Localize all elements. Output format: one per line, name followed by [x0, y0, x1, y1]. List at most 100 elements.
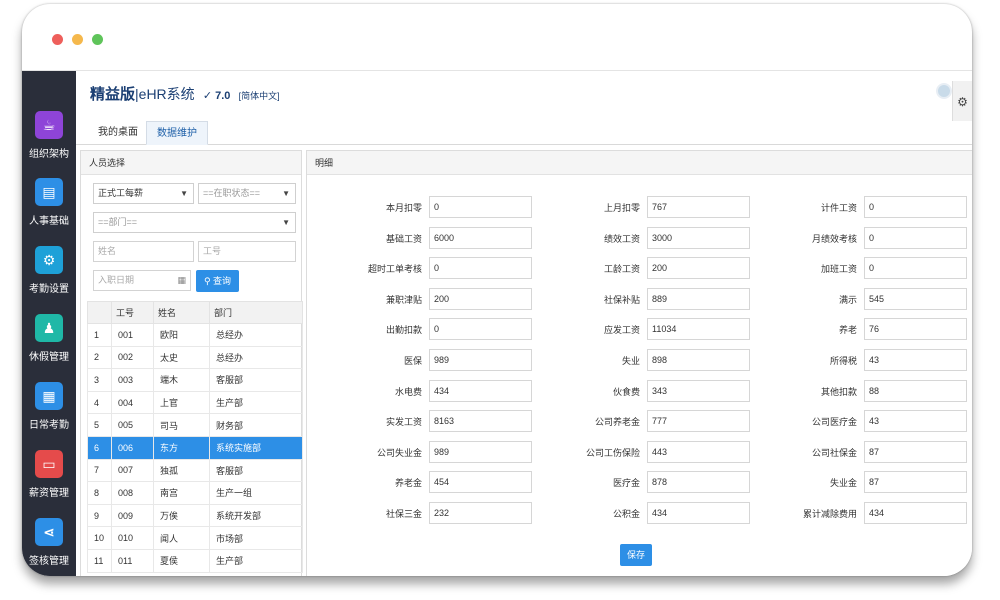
detail-label: 公司社保金: [811, 447, 857, 458]
table-row[interactable]: 11 011 夏侯 生产部: [87, 548, 303, 573]
detail-value-field[interactable]: 0: [429, 318, 532, 341]
calendar-icon[interactable]: ▦: [177, 271, 186, 290]
sidebar-item-approval[interactable]: ⋖ 签核管理: [22, 518, 76, 567]
avatar[interactable]: [936, 83, 952, 99]
row-department: 生产部: [209, 548, 303, 573]
row-name: 万俟: [153, 503, 210, 528]
table-row[interactable]: 6 006 东方 系统实施部: [87, 435, 303, 460]
detail-value-field[interactable]: 878: [647, 471, 750, 494]
detail-value-field[interactable]: 87: [864, 471, 967, 494]
table-row[interactable]: 7 007 独孤 客服部: [87, 458, 303, 483]
row-department: 系统开发部: [209, 503, 303, 528]
detail-label: 水电费: [394, 386, 422, 397]
detail-value-field[interactable]: 43: [864, 349, 967, 371]
detail-value-field[interactable]: 43: [864, 410, 967, 433]
row-name: 司马: [153, 413, 210, 437]
table-row[interactable]: 1 001 欧阳 总经办: [87, 323, 303, 347]
sidebar-item-daily-attendance[interactable]: ▦ 日常考勤: [22, 382, 76, 431]
department-select[interactable]: ==部门== ▼: [93, 212, 296, 233]
table-row[interactable]: 2 002 太史 总经办: [87, 345, 303, 370]
row-employee-id: 004: [111, 390, 154, 415]
tab-my-desktop[interactable]: 我的桌面: [88, 121, 148, 145]
detail-label: 失业金: [829, 478, 857, 489]
detail-value-field[interactable]: 0: [864, 196, 967, 218]
detail-value-field[interactable]: 545: [864, 287, 967, 310]
sidebar-item-label: 考勤设置: [29, 284, 69, 295]
search-icon: ⚲: [203, 276, 211, 286]
detail-label: 计件工资: [820, 203, 857, 213]
row-name: 上官: [153, 390, 210, 415]
row-index: 7: [87, 458, 112, 483]
detail-value-field[interactable]: 889: [647, 287, 750, 310]
detail-label: 兼职津贴: [385, 294, 422, 305]
minimize-dot[interactable]: [72, 34, 83, 45]
detail-label: 公司失业金: [376, 447, 422, 458]
detail-value-field[interactable]: 989: [429, 349, 532, 371]
table-row[interactable]: 9 009 万俟 系统开发部: [87, 503, 303, 528]
status-placeholder: ==在职状态==: [203, 188, 261, 198]
maximize-dot[interactable]: [92, 34, 103, 45]
detail-value-field[interactable]: 434: [864, 502, 967, 524]
detail-value-field[interactable]: 767: [647, 196, 750, 218]
employee-id-input[interactable]: 工号: [198, 241, 296, 262]
detail-value-field[interactable]: 898: [647, 349, 750, 371]
sidebar-item-leave[interactable]: ♟ 休假管理: [22, 314, 76, 363]
detail-value-field[interactable]: 434: [647, 502, 750, 524]
row-index: 8: [87, 481, 112, 505]
sidebar-item-hr-basic[interactable]: ▤ 人事基础: [22, 178, 76, 227]
hire-date-placeholder: 入职日期: [98, 275, 135, 285]
detail-value-field[interactable]: 232: [429, 502, 532, 524]
tab-data-maintenance[interactable]: 数据维护: [146, 121, 208, 145]
staff-table: 工号 姓名 部门 1 001 欧阳 总经办 2 002 太史 总经办 3 003 端木 客服部 4 004…: [87, 301, 303, 573]
detail-value-field[interactable]: 434: [429, 379, 532, 402]
detail-value-field[interactable]: 0: [429, 257, 532, 280]
detail-value-field[interactable]: 6000: [429, 226, 532, 249]
detail-value-field[interactable]: 8163: [429, 410, 532, 433]
detail-value-field[interactable]: 3000: [647, 226, 750, 249]
detail-value-field[interactable]: 200: [429, 287, 532, 310]
detail-value-field[interactable]: 443: [647, 440, 750, 463]
query-button[interactable]: ⚲ 查询: [196, 270, 239, 292]
row-name: 闻人: [153, 526, 210, 550]
detail-value-field[interactable]: 0: [429, 196, 532, 218]
table-row[interactable]: 8 008 南宫 生产一组: [87, 481, 303, 505]
detail-value-field[interactable]: 87: [864, 440, 967, 463]
user-leave-icon: ♟: [35, 314, 63, 342]
name-input[interactable]: 姓名: [93, 241, 194, 262]
salary-type-select[interactable]: 正式工每薪 ▼: [93, 183, 194, 204]
detail-value-field[interactable]: 88: [864, 379, 967, 402]
detail-label: 实发工资: [385, 417, 422, 428]
col-header-id: 工号: [111, 301, 154, 324]
detail-value-field[interactable]: 343: [647, 379, 750, 402]
table-row[interactable]: 4 004 上官 生产部: [87, 390, 303, 415]
hire-date-input[interactable]: 入职日期 ▦: [93, 270, 191, 291]
detail-value-field[interactable]: 200: [647, 257, 750, 280]
row-employee-id: 011: [111, 548, 154, 573]
table-row[interactable]: 10 010 闻人 市场部: [87, 526, 303, 550]
detail-value-field[interactable]: 777: [647, 410, 750, 433]
settings-gear-icon[interactable]: ⚙: [952, 81, 972, 121]
status-select[interactable]: ==在职状态== ▼: [198, 183, 296, 204]
save-button[interactable]: 保存: [620, 544, 652, 566]
sidebar-item-payroll[interactable]: ▭ 薪资管理: [22, 450, 76, 499]
detail-value-field[interactable]: 11034: [647, 318, 750, 341]
row-index: 11: [87, 548, 112, 573]
staff-selection-panel: 人员选择 正式工每薪 ▼ ==在职状态== ▼ ==部门== ▼ 姓名 工号 入…: [80, 150, 303, 576]
table-row[interactable]: 5 005 司马 财务部: [87, 413, 303, 437]
detail-value-field[interactable]: 454: [429, 471, 532, 494]
row-employee-id: 008: [111, 481, 154, 505]
row-employee-id: 005: [111, 413, 154, 437]
row-index: 10: [87, 526, 112, 550]
id-card-icon: ▤: [35, 178, 63, 206]
table-row[interactable]: 3 003 端木 客服部: [87, 368, 303, 392]
detail-value-field[interactable]: 76: [864, 318, 967, 341]
detail-value-field[interactable]: 0: [864, 226, 967, 249]
col-header-index: [87, 301, 112, 324]
panel-title: 人员选择: [81, 151, 301, 175]
sidebar-item-attendance-settings[interactable]: ⚙ 考勤设置: [22, 246, 76, 295]
detail-value-field[interactable]: 0: [864, 257, 967, 280]
row-employee-id: 002: [111, 345, 154, 370]
sidebar-item-org[interactable]: ☕ 组织架构: [22, 111, 76, 160]
detail-value-field[interactable]: 989: [429, 440, 532, 463]
close-dot[interactable]: [52, 34, 63, 45]
